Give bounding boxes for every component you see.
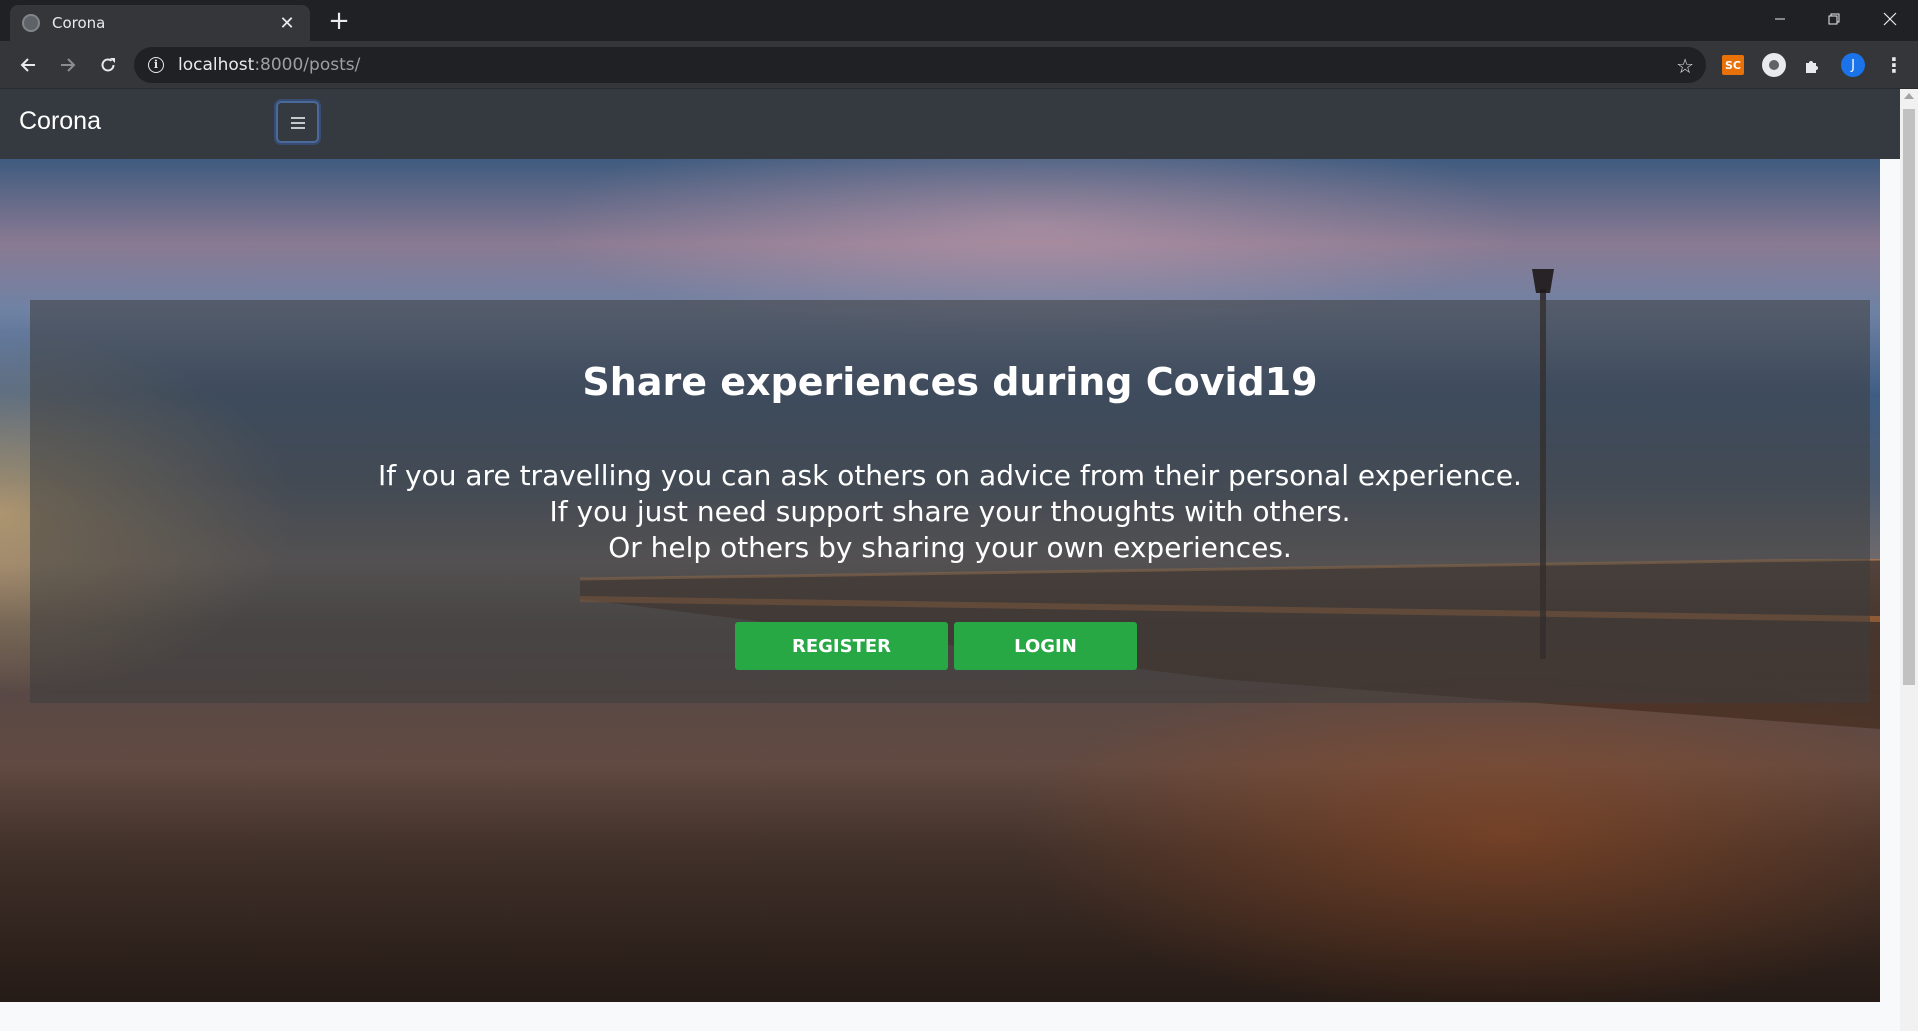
navbar-toggler-button[interactable]: [276, 101, 319, 143]
register-button[interactable]: REGISTER: [735, 622, 948, 670]
hero-line-1: If you are travelling you can ask others…: [378, 459, 1522, 492]
page-scrollbar[interactable]: [1900, 89, 1918, 1031]
browser-toolbar: i localhost :8000/posts/ ☆ SC J ⋮: [0, 41, 1918, 89]
sc-extension-icon[interactable]: SC: [1722, 55, 1744, 75]
page-viewport: Corona Share experiences during Covid19 …: [0, 89, 1900, 1031]
close-window-icon[interactable]: [1862, 0, 1918, 38]
forward-arrow-icon[interactable]: [52, 49, 84, 81]
hero-line-2: If you just need support share your thou…: [549, 495, 1351, 528]
hero-button-row: REGISTER LOGIN: [30, 622, 1870, 670]
url-host: localhost: [178, 55, 255, 75]
globe-icon: [22, 14, 40, 32]
login-button[interactable]: LOGIN: [954, 622, 1137, 670]
circle-extension-icon[interactable]: [1762, 53, 1786, 77]
url-path: :8000/posts/: [254, 55, 361, 75]
navbar-brand[interactable]: Corona: [19, 107, 101, 136]
hero-jumbotron: Share experiences during Covid19 If you …: [30, 300, 1870, 703]
hero-title: Share experiences during Covid19: [582, 360, 1318, 404]
hamburger-icon: [290, 116, 305, 129]
site-navbar: Corona: [0, 89, 1900, 159]
profile-avatar[interactable]: J: [1841, 53, 1865, 77]
extensions-icon[interactable]: [1801, 53, 1825, 77]
star-icon[interactable]: ☆: [1676, 54, 1694, 78]
reload-icon[interactable]: [92, 49, 124, 81]
tab-title: Corona: [52, 14, 106, 32]
menu-icon[interactable]: ⋮: [1882, 53, 1906, 77]
info-icon[interactable]: i: [148, 57, 164, 73]
scrollbar-thumb[interactable]: [1903, 109, 1915, 685]
minimize-icon[interactable]: [1752, 0, 1808, 38]
close-tab-icon[interactable]: ✕: [276, 13, 298, 34]
restore-icon[interactable]: [1806, 0, 1862, 38]
back-arrow-icon[interactable]: [12, 49, 44, 81]
hero-line-3: Or help others by sharing your own exper…: [608, 531, 1292, 564]
browser-tab-strip: Corona ✕ +: [0, 0, 1918, 41]
browser-tab[interactable]: Corona ✕: [10, 5, 310, 41]
new-tab-button[interactable]: +: [324, 6, 354, 36]
address-bar[interactable]: i localhost :8000/posts/ ☆: [134, 47, 1706, 83]
scroll-up-icon[interactable]: [1904, 93, 1914, 99]
hero-description: If you are travelling you can ask others…: [30, 458, 1870, 566]
